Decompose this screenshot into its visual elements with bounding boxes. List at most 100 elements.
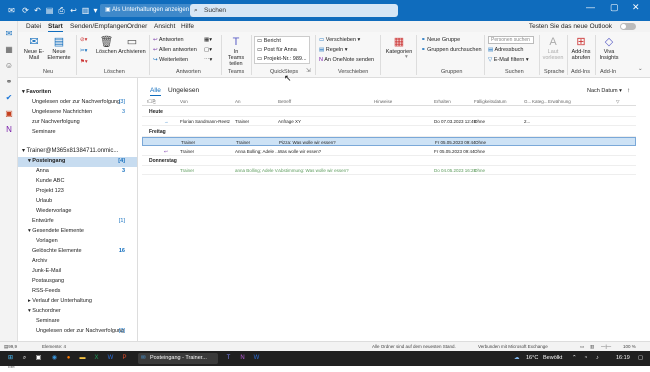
rules-button[interactable]: ▤ Regeln ▾ — [319, 47, 347, 53]
office-icon[interactable]: ▣ — [4, 109, 14, 119]
share-to-teams-button[interactable]: T In Teams teilen — [225, 36, 247, 67]
quickstep-report[interactable]: ▭ Bericht — [257, 38, 281, 44]
word-taskbar-icon[interactable]: W — [252, 354, 261, 363]
get-addins-button[interactable]: ⊞ Add-Ins abrufen — [570, 36, 592, 61]
folder-item[interactable]: Postausgang — [18, 277, 137, 287]
sort-direction-icon[interactable]: ↑ — [627, 87, 630, 94]
message-row[interactable]: Trainer anna Bolling; Adele V... Abstimm… — [142, 166, 636, 175]
folder-item[interactable]: RSS-Feeds — [18, 287, 137, 297]
dock-icon[interactable]: ▤ — [44, 5, 55, 16]
groups-icon[interactable]: ⚭ — [4, 77, 14, 87]
minimize-icon[interactable]: — — [586, 2, 595, 12]
tab-folder[interactable]: Ordner — [127, 23, 147, 30]
search-icon[interactable]: ⌕ — [20, 354, 29, 363]
folder-item[interactable]: Anna 3 — [18, 167, 137, 177]
col-category[interactable]: Kateg... — [532, 99, 548, 104]
group-header-today[interactable]: Heute — [142, 108, 636, 117]
new-group-button[interactable]: ⚭ Neue Gruppe — [421, 37, 460, 43]
task-view-icon[interactable]: ▣ — [34, 354, 43, 363]
new-items-button[interactable]: ▤ Neue Elemente — [47, 36, 71, 61]
weather-temp[interactable]: 16°C — [526, 351, 538, 366]
search-box[interactable]: ⌕ Suchen — [190, 4, 398, 17]
folder-item[interactable]: Entwürfe [1] — [18, 217, 137, 227]
folder-item[interactable]: Projekt 123 — [18, 187, 137, 197]
filter-col-icon[interactable]: ▽ — [616, 99, 619, 105]
reply-icon[interactable]: ↩ — [68, 5, 79, 16]
filter-tab-all[interactable]: Alle — [150, 87, 161, 96]
message-row[interactable]: ↩ Trainer Anna Bolling; Adele ... Was wo… — [142, 147, 636, 156]
col-from[interactable]: Von — [180, 99, 188, 104]
folder-item[interactable]: Wiedervorlage — [18, 207, 137, 217]
search-people-input[interactable]: Personen suchen — [488, 36, 534, 44]
more-respond-icon[interactable]: ⋯▾ — [204, 57, 212, 63]
folder-item[interactable]: Seminare — [18, 317, 137, 327]
ignore-icon[interactable]: ⊘▾ — [80, 37, 87, 43]
folder-item[interactable]: Urlaub — [18, 197, 137, 207]
conversation-toggle[interactable]: ▣ Als Unterhaltungen anzeigen — [100, 4, 195, 17]
close-icon[interactable]: ✕ — [632, 2, 640, 13]
quickstep-post-anna[interactable]: ▭ Post für Anna — [257, 47, 297, 53]
tab-help[interactable]: Hilfe — [181, 23, 194, 30]
im-reply-icon[interactable]: ▢▾ — [204, 47, 212, 53]
folder-item[interactable]: Vorlagen — [18, 237, 137, 247]
col-due[interactable]: Fälligkeitsdatum — [474, 99, 507, 104]
taskbar-outlook-window[interactable]: ✉ Posteingang - Trainer... — [138, 353, 218, 364]
notification-icon[interactable]: ▢ — [638, 351, 643, 366]
cleanup-icon[interactable]: ✂▾ — [80, 48, 87, 54]
delete-button[interactable]: 🗑 Löschen — [96, 36, 117, 55]
folder-item[interactable]: Junk-E-Mail — [18, 267, 137, 277]
move-button[interactable]: ▭ Verschieben ▾ — [319, 37, 360, 43]
tab-datei[interactable]: Datei — [26, 23, 41, 30]
tab-view[interactable]: Ansicht — [154, 23, 175, 30]
col-flags-icons[interactable]: !☐⎘ — [147, 99, 156, 105]
folder-item[interactable]: zur Nachverfolgung — [18, 118, 137, 128]
onenote-icon[interactable]: N — [4, 125, 14, 135]
volume-icon[interactable]: ♪ — [596, 351, 599, 366]
message-row-selected[interactable]: Trainer Trainer Pizza: Was wolle wir ess… — [142, 137, 636, 146]
account-header[interactable]: ▾ Trainer@M365x81384711.onmic... — [18, 147, 137, 157]
message-row[interactable]: → Florian Sandmann-Reetz Trainer Anfrage… — [142, 117, 636, 126]
browse-groups-button[interactable]: ⚭ Gruppen durchsuchen — [421, 47, 482, 53]
send-to-onenote-button[interactable]: N An OneNote senden — [319, 57, 374, 63]
group-header-thursday[interactable]: Donnerstag — [142, 157, 636, 166]
col-subject[interactable]: Betreff — [278, 99, 291, 104]
group-header-friday[interactable]: Freitag — [142, 128, 636, 137]
col-received[interactable]: Erhalten — [434, 99, 451, 104]
sort-dropdown[interactable]: Nach Datum ▾ — [587, 88, 622, 94]
tags-more-icon[interactable]: ▾ — [405, 54, 408, 60]
quickstep-project[interactable]: ▭ Projekt-Nr.: 989... — [257, 56, 307, 62]
folder-item[interactable]: ▾ Gesendete Elemente — [18, 227, 137, 237]
print-icon[interactable]: ⎙ — [56, 5, 67, 16]
powerpoint-icon[interactable]: P — [120, 354, 129, 363]
junk-icon[interactable]: ⚑▾ — [80, 59, 88, 65]
forward-button[interactable]: ↪ Weiterleiten — [153, 57, 188, 63]
explorer-icon[interactable]: ▬ — [78, 354, 87, 363]
folder-item[interactable]: Ungelesen oder zur Nachverfolgung [3] — [18, 98, 137, 108]
word-icon[interactable]: W — [106, 354, 115, 363]
folder-item[interactable]: Ungelesen oder zur Nachverfolgung [3] — [18, 327, 137, 337]
mail-icon[interactable]: ✉ — [4, 29, 14, 39]
dialog-launcher-icon[interactable]: ⇲ — [306, 68, 311, 74]
folder-item[interactable]: Ungelesene Nachrichten 3 — [18, 108, 137, 118]
todo-icon[interactable]: ✔ — [4, 93, 14, 103]
folder-item[interactable]: Archiv — [18, 257, 137, 267]
archive-button[interactable]: ▭ Archivieren — [118, 36, 146, 55]
meeting-reply-icon[interactable]: ▦▾ — [204, 37, 212, 43]
people-icon[interactable]: ☺ — [4, 61, 14, 71]
onenote-taskbar-icon[interactable]: N — [238, 354, 247, 363]
undo-icon[interactable]: ↶ — [32, 5, 43, 16]
tab-start[interactable]: Start — [48, 23, 63, 32]
teams-taskbar-icon[interactable]: T — [224, 354, 233, 363]
tray-chevron-icon[interactable]: ⌃ — [572, 351, 577, 366]
new-email-button[interactable]: ✉ Neue E-Mail — [23, 36, 45, 61]
network-icon[interactable]: ◔ — [584, 351, 587, 366]
folder-item[interactable]: Gelöschte Elemente 16 — [18, 247, 137, 257]
excel-icon[interactable]: X — [92, 354, 101, 363]
tab-send-receive[interactable]: Senden/Empfangen — [70, 23, 127, 30]
start-icon[interactable]: ⊞ — [6, 354, 15, 363]
reply-all-button[interactable]: ↩ Allen antworten — [153, 47, 197, 53]
maximize-icon[interactable]: ▢ — [610, 2, 619, 13]
categorize-button[interactable]: ▦ Kategorien — [384, 36, 414, 55]
edge-icon[interactable]: ◉ — [50, 354, 59, 363]
favorites-header[interactable]: ▾ Favoriten — [18, 88, 137, 98]
